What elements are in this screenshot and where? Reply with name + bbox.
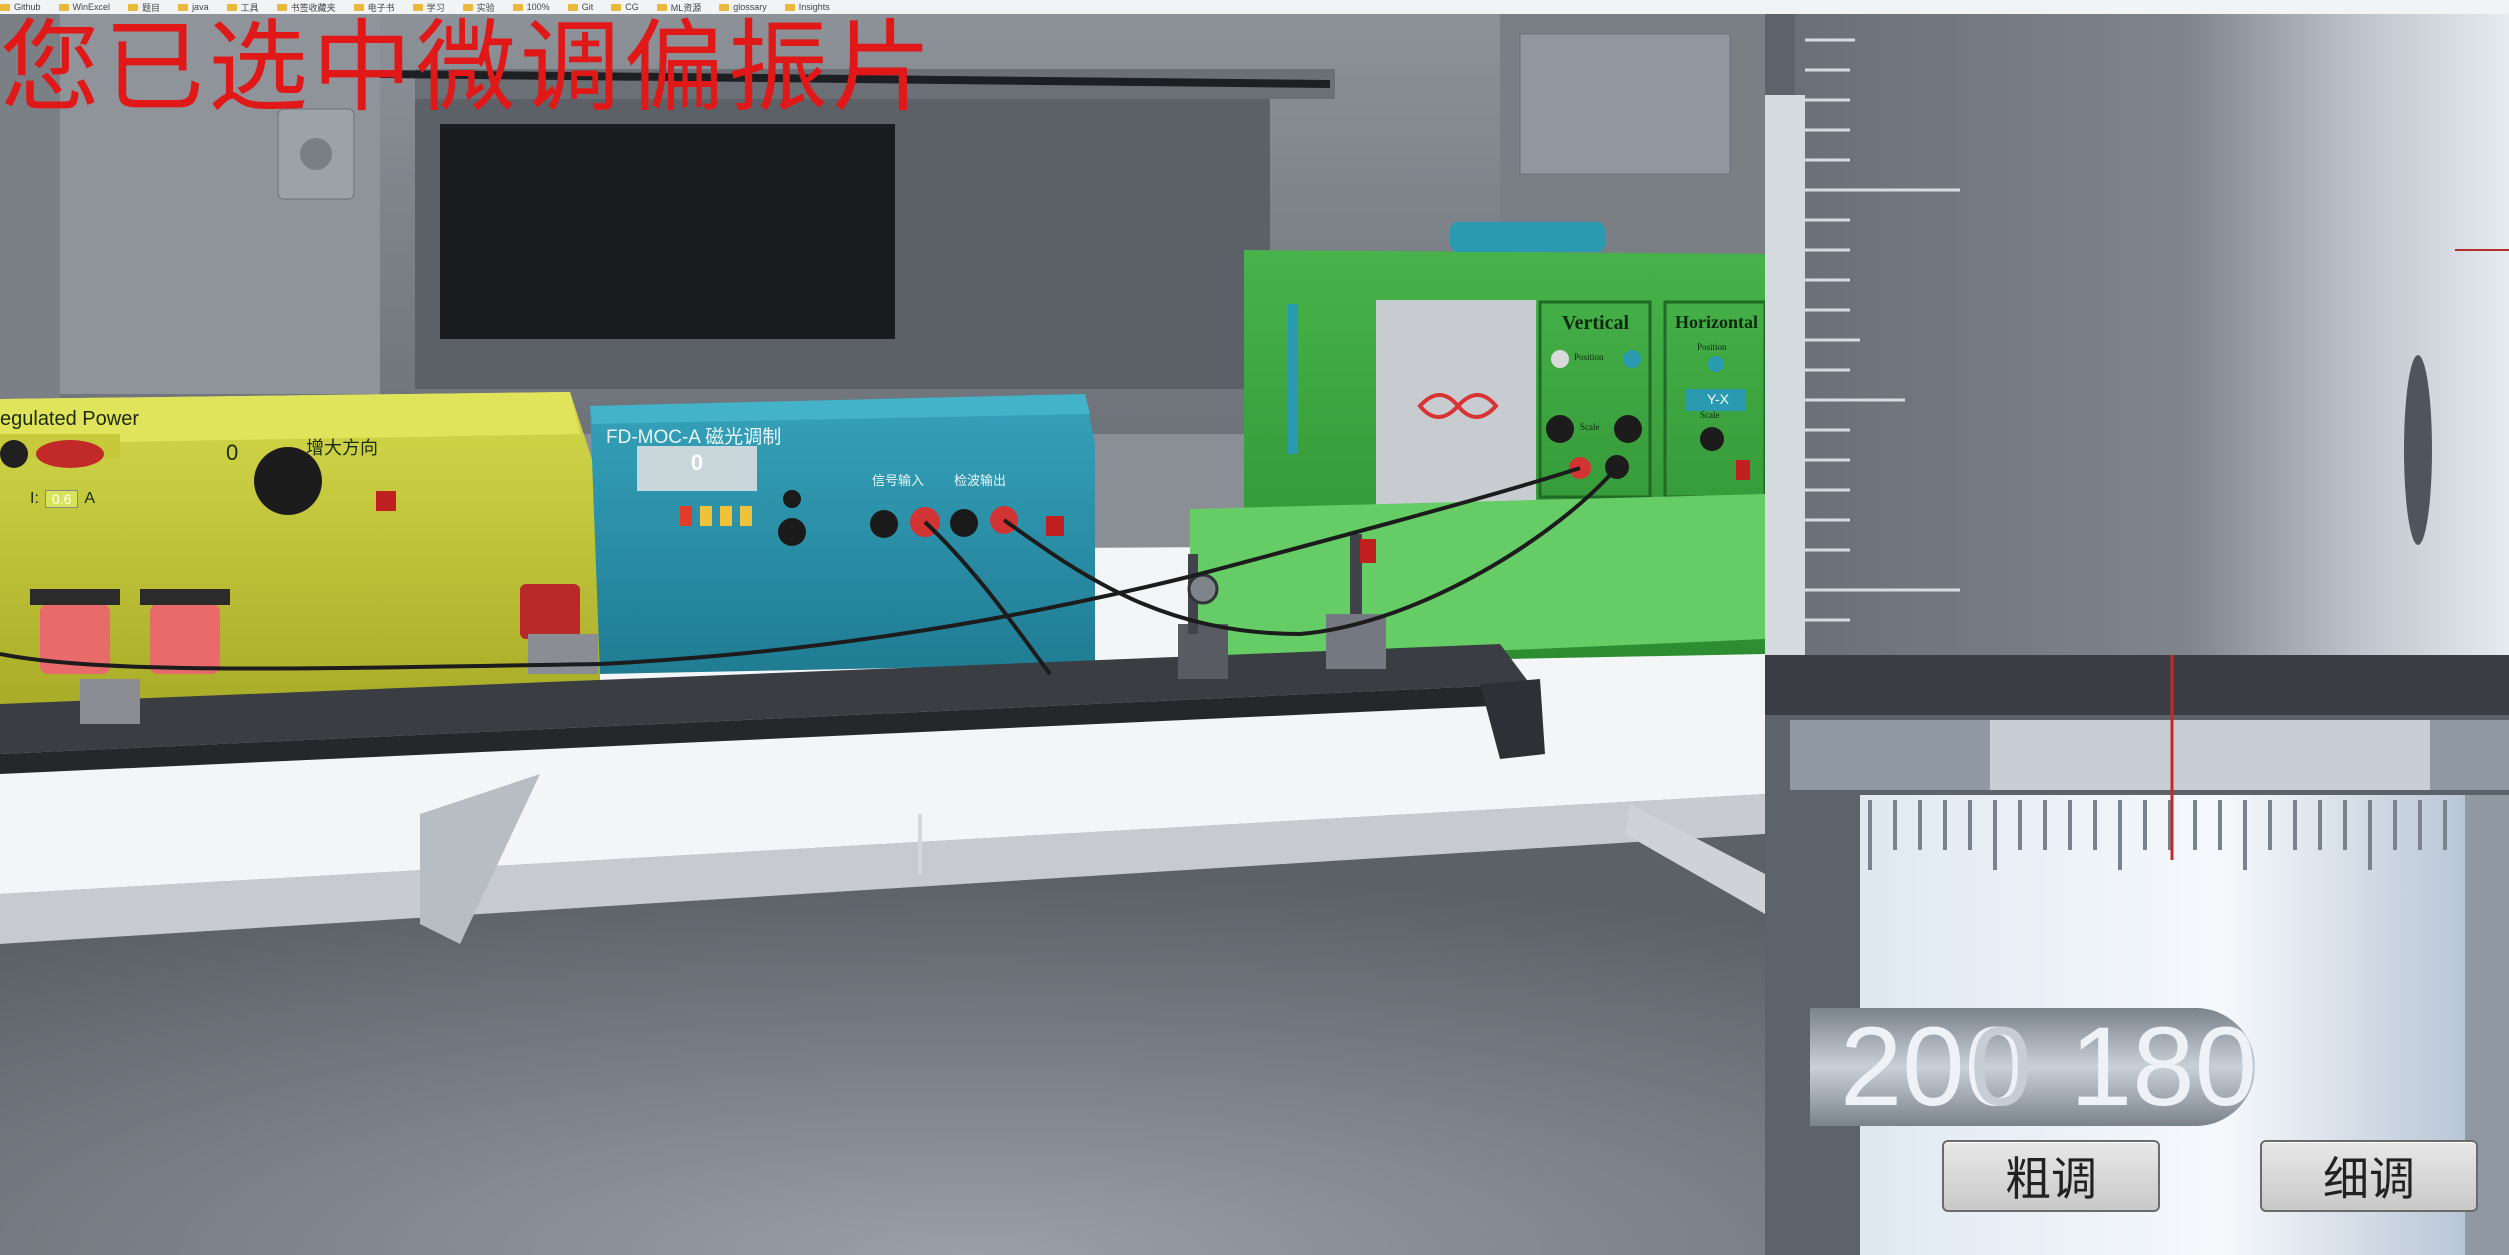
- bookmark-item[interactable]: Git: [567, 2, 593, 12]
- bookmark-item[interactable]: glossary: [719, 2, 767, 12]
- position-label: Position: [1697, 342, 1727, 352]
- current-adjust-knob[interactable]: [240, 454, 332, 514]
- bookmark-item[interactable]: 题目: [128, 1, 160, 14]
- folder-icon: [656, 3, 667, 11]
- signal-input-label: 信号输入: [872, 473, 925, 488]
- coarse-adjust-button[interactable]: 粗调: [1942, 1140, 2160, 1212]
- readout-value: 180: [2070, 1008, 2255, 1126]
- bookmark-item[interactable]: 100%: [512, 2, 550, 12]
- current-readout: I: 0.6 A: [30, 490, 96, 508]
- folder-icon: [178, 3, 189, 11]
- selection-status-message: 您已选中微调偏振片: [0, 14, 936, 126]
- lab-scene-graphic: [0, 14, 1765, 1255]
- folder-icon: [719, 3, 730, 11]
- bookmark-item[interactable]: ML资源: [656, 1, 701, 14]
- horizontal-label: Horizontal: [1675, 312, 1758, 332]
- bookmark-item[interactable]: 工具: [226, 1, 259, 14]
- folder-icon: [128, 3, 139, 11]
- folder-icon: [784, 3, 795, 11]
- yx-mode-label: Y-X: [1706, 391, 1730, 407]
- bookmark-item[interactable]: CG: [611, 2, 639, 12]
- folder-icon: [567, 3, 578, 11]
- scale-label: Scale: [1700, 410, 1720, 420]
- bookmark-item[interactable]: Insights: [784, 2, 830, 12]
- folder-icon: [353, 3, 364, 11]
- folder-icon: [611, 3, 622, 11]
- fine-polarizer[interactable]: [1188, 562, 1220, 622]
- folder-icon: [276, 3, 287, 11]
- folder-icon: [58, 3, 69, 11]
- folder-icon: [512, 3, 523, 11]
- power-supply-label: egulated Power: [0, 408, 139, 430]
- bookmark-item[interactable]: 学习: [412, 1, 445, 14]
- fine-adjust-button[interactable]: 细调: [2260, 1140, 2478, 1212]
- bookmark-item[interactable]: 书签收藏夹: [276, 1, 336, 14]
- bookmark-item[interactable]: 电子书: [353, 1, 395, 14]
- bookmarks-bar: Github WinExcel 题目 java 工具 书签收藏夹 电子书 学习 …: [0, 0, 2509, 15]
- bookmark-item[interactable]: WinExcel: [58, 2, 110, 12]
- folder-icon: [0, 3, 10, 11]
- bookmark-item[interactable]: Github: [0, 2, 41, 12]
- power-zero-label: 0: [226, 440, 239, 465]
- bookmark-item[interactable]: 实验: [462, 1, 495, 14]
- folder-icon: [226, 3, 237, 11]
- analyzer-polarizer[interactable]: [1345, 529, 1380, 619]
- scale-label: Scale: [1580, 422, 1600, 432]
- angle-readout-drum: 200 0 180: [1810, 1008, 2255, 1126]
- current-value: 0.6: [44, 490, 79, 508]
- position-label: Position: [1574, 352, 1604, 362]
- modulator-display: 0: [690, 450, 704, 475]
- lab-scene-viewport[interactable]: 您已选中微调偏振片 egulated Power 0 增大方向 I: 0.6 A…: [0, 14, 1765, 1255]
- folder-icon: [462, 3, 473, 11]
- readout-value: 0: [1970, 1008, 2033, 1126]
- wave-output-label: 检波输出: [954, 473, 1007, 488]
- folder-icon: [412, 3, 423, 11]
- vertical-label: Vertical: [1562, 312, 1630, 334]
- modulator-label: FD-MOC-A 磁光调制: [606, 427, 782, 448]
- increase-direction-label: 增大方向: [306, 438, 378, 458]
- bookmark-item[interactable]: java: [178, 2, 209, 12]
